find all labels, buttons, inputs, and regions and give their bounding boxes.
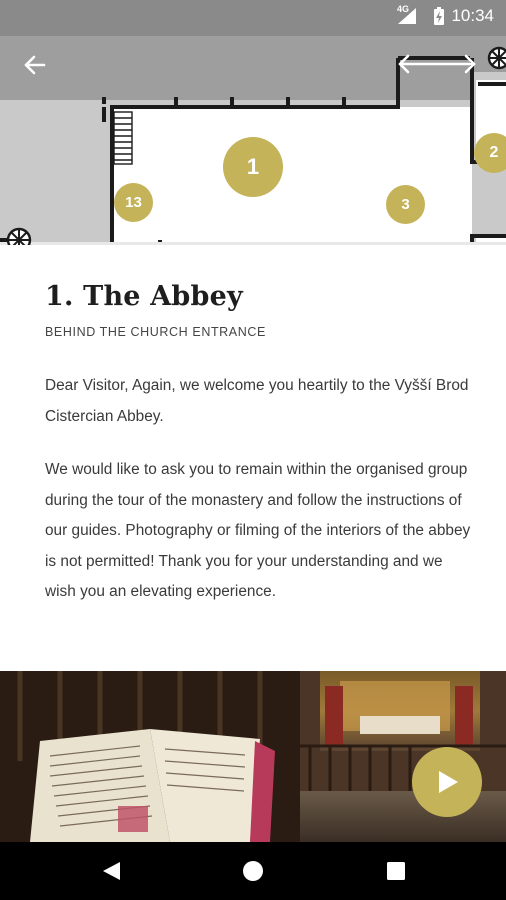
stop-details: 1. The Abbey BEHIND THE CHURCH ENTRANCE … (0, 245, 506, 673)
back-arrow-icon (24, 55, 46, 75)
marker-label: 1 (246, 154, 260, 179)
signal-icon (398, 8, 416, 24)
floor-plan-drawing (0, 0, 506, 245)
wheel-icon (487, 46, 506, 70)
map-marker-13[interactable]: 13 (114, 183, 153, 222)
play-button[interactable] (412, 747, 482, 817)
stop-photo (0, 671, 506, 842)
expand-arrows-icon[interactable] (394, 52, 480, 76)
status-time: 10:34 (451, 6, 494, 25)
back-button[interactable] (14, 44, 56, 86)
system-navigation-bar (0, 842, 506, 900)
marker-label: 2 (489, 144, 499, 161)
marker-label: 3 (401, 196, 410, 213)
description-paragraph: We would like to ask you to remain withi… (45, 461, 471, 600)
recents-square-icon[interactable] (383, 858, 409, 884)
stop-title: 1. The Abbey (45, 281, 243, 312)
battery-icon (434, 7, 444, 25)
status-bar: 4G 10:34 (0, 0, 506, 32)
marker-label: 13 (125, 194, 142, 211)
map-marker-2[interactable]: 2 (474, 133, 506, 173)
map-marker-3[interactable]: 3 (386, 185, 425, 224)
play-icon (439, 771, 458, 793)
stop-subtitle: BEHIND THE CHURCH ENTRANCE (45, 325, 266, 339)
description-paragraph: Dear Visitor, Again, we welcome you hear… (45, 377, 469, 425)
home-circle-icon[interactable] (240, 858, 266, 884)
floor-plan-map[interactable]: 1 2 3 13 (0, 0, 506, 245)
map-marker-1[interactable]: 1 (223, 137, 283, 197)
wheel-icon (6, 227, 32, 245)
back-triangle-icon[interactable] (98, 858, 124, 884)
